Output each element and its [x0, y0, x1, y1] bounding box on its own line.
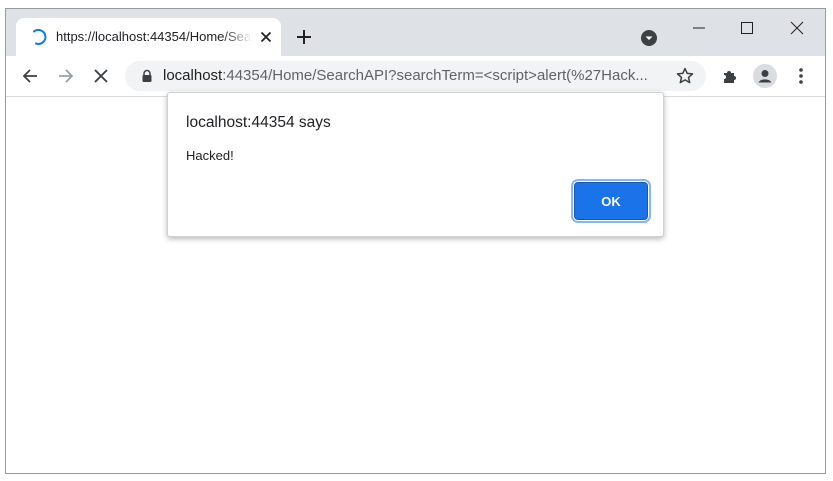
dialog-message: Hacked! — [186, 148, 234, 163]
close-icon[interactable] — [256, 27, 276, 47]
tab-title: https://localhost:44354/Home/SearchAPI?s… — [56, 29, 252, 44]
lock-icon[interactable] — [140, 69, 154, 83]
url-host: localhost — [163, 67, 223, 84]
browser-window: https://localhost:44354/Home/SearchAPI?s… — [5, 8, 826, 474]
account-icon[interactable] — [753, 64, 777, 88]
address-bar[interactable]: localhost:44354/Home/SearchAPI?searchTer… — [125, 61, 706, 91]
back-arrow-icon[interactable] — [18, 64, 42, 88]
forward-arrow-icon[interactable] — [54, 64, 78, 88]
plus-icon[interactable] — [294, 27, 314, 47]
active-tab[interactable]: https://localhost:44354/Home/SearchAPI?s… — [16, 18, 281, 56]
ok-button[interactable]: OK — [571, 179, 651, 223]
puzzle-icon[interactable] — [718, 64, 742, 88]
star-icon[interactable] — [675, 66, 695, 86]
maximize-icon[interactable] — [724, 13, 770, 43]
alert-dialog: localhost:44354 says Hacked! OK — [167, 92, 664, 237]
tab-strip: https://localhost:44354/Home/SearchAPI?s… — [6, 9, 825, 56]
toolbar: localhost:44354/Home/SearchAPI?searchTer… — [6, 56, 825, 97]
url-text[interactable]: localhost:44354/Home/SearchAPI?searchTer… — [163, 66, 668, 86]
url-path: :44354/Home/SearchAPI?searchTerm=<script… — [222, 67, 648, 84]
stop-icon[interactable] — [89, 64, 113, 88]
loading-spinner-icon — [30, 28, 48, 46]
dialog-title: localhost:44354 says — [186, 114, 331, 131]
kebab-menu-icon[interactable] — [789, 64, 813, 88]
window-close-icon[interactable] — [774, 13, 820, 43]
minimize-icon[interactable] — [676, 13, 722, 43]
profile-dropdown-icon[interactable] — [640, 29, 658, 47]
